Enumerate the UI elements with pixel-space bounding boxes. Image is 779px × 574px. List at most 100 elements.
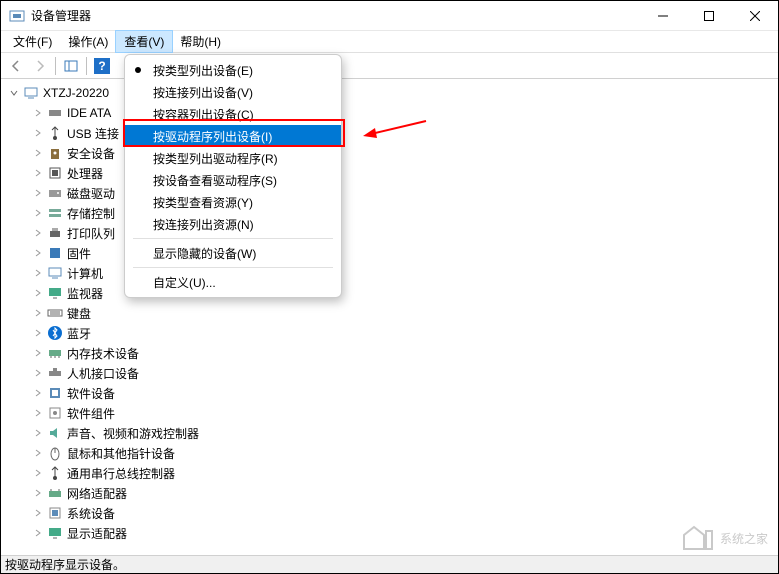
tree-node-label: 存储控制 bbox=[67, 205, 115, 222]
security-icon bbox=[47, 145, 63, 161]
menu-item[interactable]: 按类型列出驱动程序(R) bbox=[125, 147, 341, 169]
software-icon bbox=[47, 385, 63, 401]
tree-node-label: 软件设备 bbox=[67, 385, 115, 402]
minimize-button[interactable] bbox=[640, 1, 686, 31]
toolbar-help-button[interactable]: ? bbox=[91, 55, 113, 77]
chevron-right-icon[interactable] bbox=[31, 166, 45, 180]
tree-node-label: 磁盘驱动 bbox=[67, 185, 115, 202]
tree-node[interactable]: 显示适配器 bbox=[5, 523, 778, 543]
tree-node[interactable]: 键盘 bbox=[5, 303, 778, 323]
maximize-button[interactable] bbox=[686, 1, 732, 31]
network-icon bbox=[47, 485, 63, 501]
chevron-right-icon[interactable] bbox=[31, 526, 45, 540]
keyboard-icon bbox=[47, 305, 63, 321]
tree-node[interactable]: 网络适配器 bbox=[5, 483, 778, 503]
chevron-right-icon[interactable] bbox=[31, 286, 45, 300]
menu-item-label: 自定义(U)... bbox=[153, 274, 216, 291]
disk-icon bbox=[47, 185, 63, 201]
menu-item-label: 按连接列出设备(V) bbox=[153, 84, 253, 101]
menu-item-label: 显示隐藏的设备(W) bbox=[153, 245, 256, 262]
toolbar-panel-button[interactable] bbox=[60, 55, 82, 77]
ide-icon bbox=[47, 105, 63, 121]
menu-item-label: 按类型查看资源(Y) bbox=[153, 194, 253, 211]
serial-icon bbox=[47, 465, 63, 481]
chevron-right-icon[interactable] bbox=[31, 446, 45, 460]
device-tree[interactable]: XTZJ-20220 IDE ATAUSB 连接安全设备处理器磁盘驱动存储控制打… bbox=[1, 79, 778, 555]
tree-node[interactable]: 系统设备 bbox=[5, 503, 778, 523]
tree-node[interactable]: 蓝牙 bbox=[5, 323, 778, 343]
tree-node[interactable]: 监视器 bbox=[5, 283, 778, 303]
tree-node[interactable]: 磁盘驱动 bbox=[5, 183, 778, 203]
menu-item[interactable]: 按连接列出设备(V) bbox=[125, 81, 341, 103]
tree-node[interactable]: 打印队列 bbox=[5, 223, 778, 243]
menu-file[interactable]: 文件(F) bbox=[5, 31, 60, 52]
menu-help[interactable]: 帮助(H) bbox=[172, 31, 229, 52]
tree-node-label: 蓝牙 bbox=[67, 325, 91, 342]
tree-node[interactable]: IDE ATA bbox=[5, 103, 778, 123]
menu-item-label: 按设备查看驱动程序(S) bbox=[153, 172, 277, 189]
chevron-right-icon[interactable] bbox=[31, 326, 45, 340]
menu-item-label: 按驱动程序列出设备(I) bbox=[153, 128, 272, 145]
usb-icon bbox=[47, 125, 63, 141]
tree-node-label: 安全设备 bbox=[67, 145, 115, 162]
tree-node-label: 鼠标和其他指针设备 bbox=[67, 445, 175, 462]
chevron-right-icon[interactable] bbox=[31, 466, 45, 480]
menu-item[interactable]: 自定义(U)... bbox=[125, 271, 341, 293]
chevron-right-icon[interactable] bbox=[31, 146, 45, 160]
menu-item[interactable]: 按类型列出设备(E) bbox=[125, 59, 341, 81]
chevron-right-icon[interactable] bbox=[31, 106, 45, 120]
audio-icon bbox=[47, 425, 63, 441]
tree-node[interactable]: 鼠标和其他指针设备 bbox=[5, 443, 778, 463]
component-icon bbox=[47, 405, 63, 421]
chevron-right-icon[interactable] bbox=[31, 186, 45, 200]
chevron-right-icon[interactable] bbox=[31, 406, 45, 420]
tree-node[interactable]: 人机接口设备 bbox=[5, 363, 778, 383]
tree-node[interactable]: 存储控制 bbox=[5, 203, 778, 223]
tree-node[interactable]: 计算机 bbox=[5, 263, 778, 283]
window-controls bbox=[640, 1, 778, 31]
menu-action[interactable]: 操作(A) bbox=[60, 31, 116, 52]
tree-node-label: 打印队列 bbox=[67, 225, 115, 242]
chevron-right-icon[interactable] bbox=[31, 506, 45, 520]
menu-view[interactable]: 查看(V) bbox=[116, 31, 172, 52]
close-button[interactable] bbox=[732, 1, 778, 31]
menu-item[interactable]: 按类型查看资源(Y) bbox=[125, 191, 341, 213]
tree-node-label: 键盘 bbox=[67, 305, 91, 322]
tree-node[interactable]: 软件设备 bbox=[5, 383, 778, 403]
tree-node[interactable]: 处理器 bbox=[5, 163, 778, 183]
menu-item[interactable]: 按驱动程序列出设备(I) bbox=[125, 125, 341, 147]
chevron-right-icon[interactable] bbox=[31, 486, 45, 500]
menu-item[interactable]: 按容器列出设备(C) bbox=[125, 103, 341, 125]
chevron-down-icon[interactable] bbox=[7, 86, 21, 100]
bluetooth-icon bbox=[47, 325, 63, 341]
chevron-right-icon[interactable] bbox=[31, 226, 45, 240]
tree-node[interactable]: 软件组件 bbox=[5, 403, 778, 423]
menu-item[interactable]: 按设备查看驱动程序(S) bbox=[125, 169, 341, 191]
chevron-right-icon[interactable] bbox=[31, 386, 45, 400]
chevron-right-icon[interactable] bbox=[31, 306, 45, 320]
menu-item[interactable]: 显示隐藏的设备(W) bbox=[125, 242, 341, 264]
chevron-right-icon[interactable] bbox=[31, 126, 45, 140]
chevron-right-icon[interactable] bbox=[31, 426, 45, 440]
toolbar-forward-button[interactable] bbox=[29, 55, 51, 77]
chevron-right-icon[interactable] bbox=[31, 346, 45, 360]
tree-node[interactable]: 固件 bbox=[5, 243, 778, 263]
tree-node-label: 内存技术设备 bbox=[67, 345, 139, 362]
tree-node[interactable]: USB 连接 bbox=[5, 123, 778, 143]
tree-node-label: 声音、视频和游戏控制器 bbox=[67, 425, 199, 442]
chevron-right-icon[interactable] bbox=[31, 246, 45, 260]
chevron-right-icon[interactable] bbox=[31, 366, 45, 380]
toolbar-back-button[interactable] bbox=[5, 55, 27, 77]
tree-node-label: 处理器 bbox=[67, 165, 103, 182]
chevron-right-icon[interactable] bbox=[31, 206, 45, 220]
tree-root-node[interactable]: XTZJ-20220 bbox=[5, 83, 778, 103]
tree-node[interactable]: 内存技术设备 bbox=[5, 343, 778, 363]
view-menu-dropdown: 按类型列出设备(E) 按连接列出设备(V) 按容器列出设备(C) 按驱动程序列出设备(… bbox=[124, 54, 342, 298]
menu-item[interactable]: 按连接列出资源(N) bbox=[125, 213, 341, 235]
chevron-right-icon[interactable] bbox=[31, 266, 45, 280]
menu-separator bbox=[133, 238, 333, 239]
tree-node[interactable]: 安全设备 bbox=[5, 143, 778, 163]
tree-node[interactable]: 声音、视频和游戏控制器 bbox=[5, 423, 778, 443]
tree-node[interactable]: 通用串行总线控制器 bbox=[5, 463, 778, 483]
statusbar-text: 按驱动程序显示设备。 bbox=[5, 556, 125, 573]
